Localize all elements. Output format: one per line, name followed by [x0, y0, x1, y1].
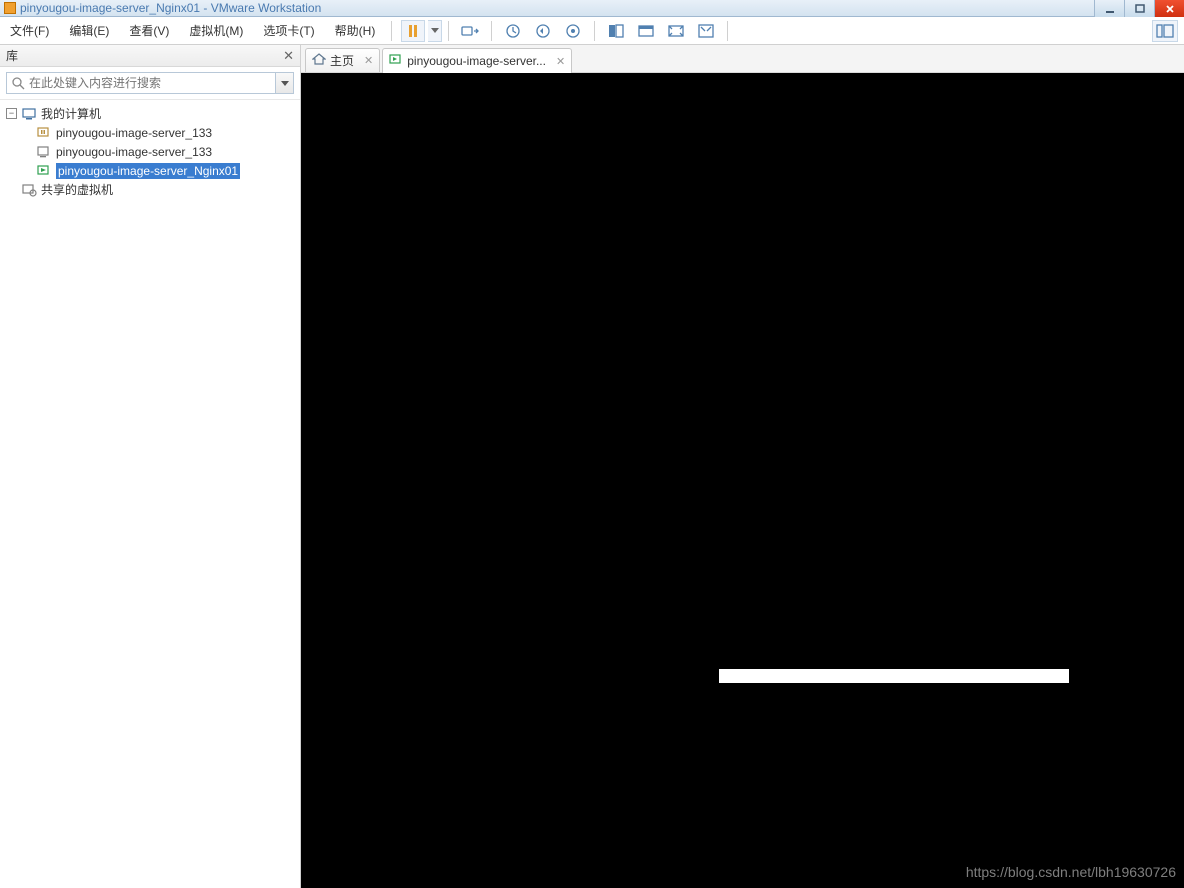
watermark: https://blog.csdn.net/lbh19630726 [966, 864, 1176, 880]
tree-label: pinyougou-image-server_133 [56, 126, 212, 140]
library-header: 库 ✕ [0, 45, 300, 67]
search-input[interactable] [29, 76, 271, 90]
computer-icon [21, 107, 37, 121]
home-icon [312, 53, 326, 68]
library-title: 库 [6, 47, 18, 64]
fullscreen-button[interactable] [694, 20, 718, 42]
vm-viewport[interactable]: CentOS 6.4 [301, 73, 1184, 888]
library-toggle-button[interactable] [1152, 20, 1178, 42]
menu-edit[interactable]: 编辑(E) [59, 17, 119, 44]
window-titlebar: pinyougou-image-server_Nginx01 - VMware … [0, 0, 1184, 17]
window-controls [1094, 0, 1184, 17]
tree-root-mycomputer[interactable]: − 我的计算机 [6, 104, 294, 123]
library-search [0, 67, 300, 100]
tree-vm-item[interactable]: pinyougou-image-server_133 [6, 123, 294, 142]
menu-view[interactable]: 查看(V) [119, 17, 179, 44]
tree-label: 共享的虚拟机 [41, 181, 113, 198]
vm-paused-icon [36, 126, 52, 140]
search-box[interactable] [6, 72, 276, 94]
library-close-button[interactable]: ✕ [283, 48, 294, 64]
maximize-button[interactable] [1124, 0, 1154, 17]
tab-home[interactable]: 主页 ✕ [305, 48, 380, 72]
menu-tabs[interactable]: 选项卡(T) [253, 17, 324, 44]
separator [594, 21, 595, 41]
send-ctrl-alt-del-button[interactable] [458, 20, 482, 42]
tree-label: 我的计算机 [41, 105, 101, 122]
tab-close-button[interactable]: ✕ [364, 54, 373, 67]
manage-snapshot-button[interactable] [561, 20, 585, 42]
menu-help[interactable]: 帮助(H) [325, 17, 386, 44]
content-area: 主页 ✕ pinyougou-image-server... ✕ CentOS … [301, 45, 1184, 888]
separator [491, 21, 492, 41]
shared-icon [21, 183, 37, 197]
app-icon [4, 2, 16, 14]
window-title: pinyougou-image-server_Nginx01 - VMware … [20, 1, 321, 15]
separator [391, 21, 392, 41]
tree-shared-vms[interactable]: 共享的虚拟机 [6, 180, 294, 199]
vm-off-icon [36, 145, 52, 159]
minimize-button[interactable] [1094, 0, 1124, 17]
library-sidebar: 库 ✕ − 我的计算机 [0, 45, 301, 888]
search-icon [11, 76, 25, 90]
menubar: 文件(F) 编辑(E) 查看(V) 虚拟机(M) 选项卡(T) 帮助(H) [0, 17, 1184, 45]
vm-icon [389, 54, 403, 69]
tab-label: 主页 [330, 52, 354, 69]
library-tree: − 我的计算机 pinyougou-image-server_133 pinyo… [0, 100, 300, 888]
separator [727, 21, 728, 41]
vm-running-icon [36, 164, 52, 178]
search-dropdown[interactable] [276, 72, 294, 94]
unity-button[interactable] [604, 20, 628, 42]
console-view-button[interactable] [634, 20, 658, 42]
close-button[interactable] [1154, 0, 1184, 17]
snapshot-button[interactable] [501, 20, 525, 42]
boot-progress [719, 669, 1069, 683]
revert-snapshot-button[interactable] [531, 20, 555, 42]
main-area: 库 ✕ − 我的计算机 [0, 45, 1184, 888]
menu-file[interactable]: 文件(F) [0, 17, 59, 44]
tab-label: pinyougou-image-server... [407, 54, 546, 68]
collapse-icon[interactable]: − [6, 108, 17, 119]
tab-bar: 主页 ✕ pinyougou-image-server... ✕ [301, 45, 1184, 73]
tree-vm-item-selected[interactable]: pinyougou-image-server_Nginx01 [6, 161, 294, 180]
progress-bar-fill [719, 669, 1069, 683]
tab-vm[interactable]: pinyougou-image-server... ✕ [382, 48, 572, 73]
stretch-button[interactable] [664, 20, 688, 42]
tree-label: pinyougou-image-server_133 [56, 145, 212, 159]
tree-label: pinyougou-image-server_Nginx01 [56, 163, 240, 179]
tab-close-button[interactable]: ✕ [556, 55, 565, 68]
tree-vm-item[interactable]: pinyougou-image-server_133 [6, 142, 294, 161]
pause-dropdown[interactable] [428, 20, 442, 42]
pause-vm-button[interactable] [401, 20, 425, 42]
separator [448, 21, 449, 41]
menu-vm[interactable]: 虚拟机(M) [179, 17, 253, 44]
